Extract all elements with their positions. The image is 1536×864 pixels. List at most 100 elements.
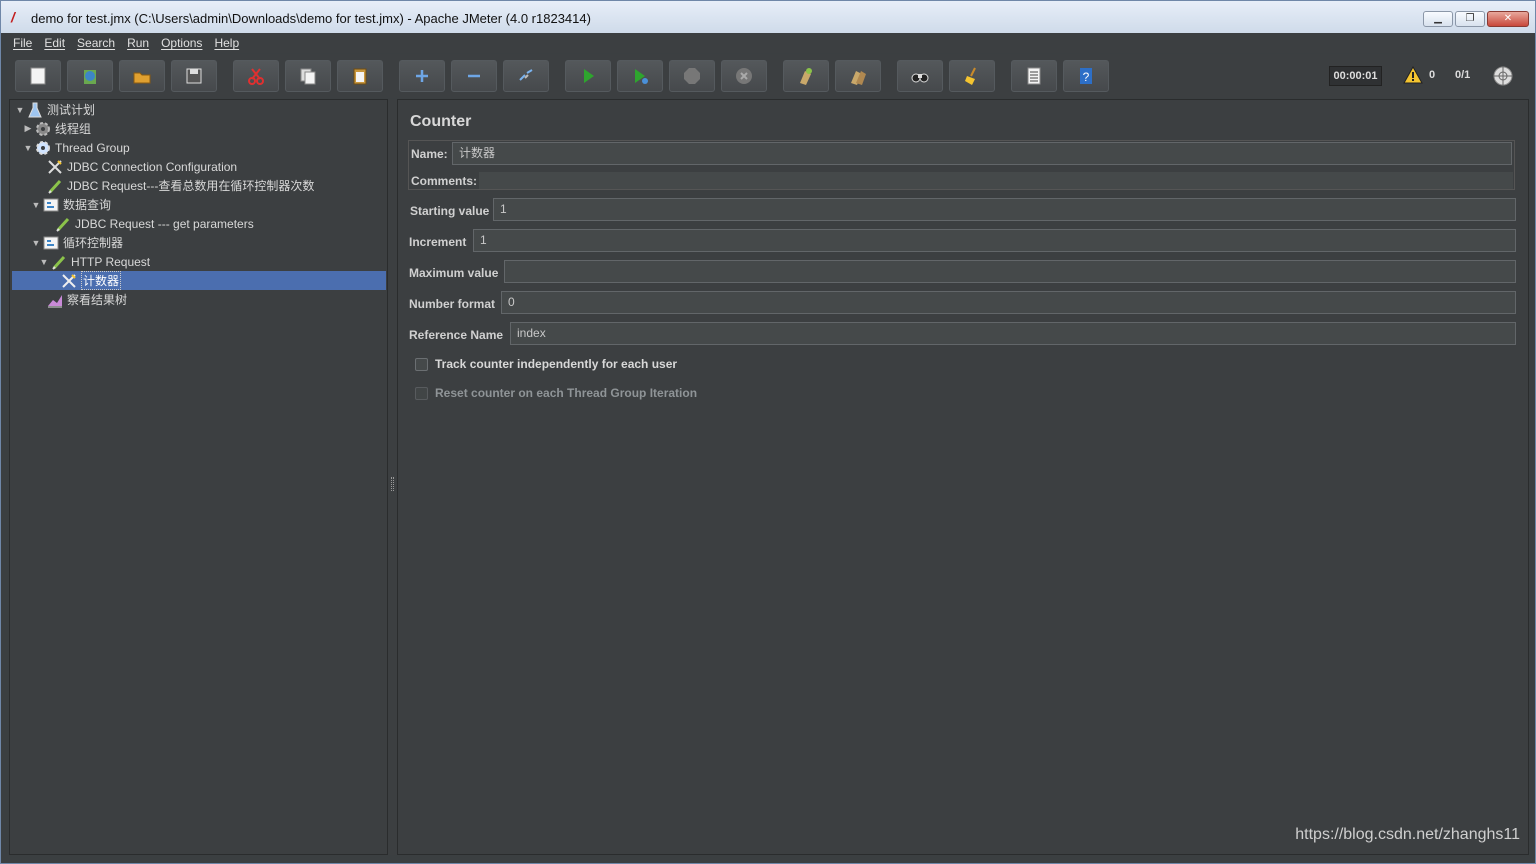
collapse-toggle-icon[interactable]: ▼ (22, 143, 34, 153)
clear-button[interactable] (783, 60, 829, 92)
minimize-button[interactable]: ▁ (1423, 11, 1453, 27)
templates-button[interactable] (67, 60, 113, 92)
jmeter-window: / demo for test.jmx (C:\Users\admin\Down… (0, 0, 1536, 864)
controller-icon (42, 197, 60, 213)
copy-icon (300, 68, 316, 85)
function-helper-icon (1027, 67, 1041, 85)
toggle-button[interactable] (503, 60, 549, 92)
split-pane-divider[interactable] (388, 99, 397, 855)
expand-toggle-icon[interactable]: ▶ (22, 123, 34, 134)
window-controls: ▁ ❐ ✕ (1423, 11, 1529, 27)
comments-label: Comments: (411, 174, 478, 188)
reference-name-input[interactable]: index (510, 322, 1516, 345)
counter-config-panel: Counter Name: 计数器 Comments: Starting val… (397, 99, 1529, 855)
menu-run[interactable]: Run (121, 36, 155, 50)
wrench-icon (60, 273, 78, 289)
stop-button[interactable] (669, 60, 715, 92)
function-helper-button[interactable] (1011, 60, 1057, 92)
svg-text:?: ? (1083, 70, 1090, 84)
maximum-value-label: Maximum value (409, 266, 499, 280)
menu-search[interactable]: Search (71, 36, 121, 50)
tree-node-jdbc-request-count[interactable]: JDBC Request---查看总数用在循环控制器次数 (34, 176, 314, 195)
collapse-toggle-icon[interactable]: ▼ (14, 105, 26, 115)
panel-title: Counter (410, 113, 472, 130)
binoculars-icon (911, 73, 929, 83)
test-plan-tree[interactable]: ▼ 测试计划 ▶ 线程组 ▼ Thread Group JDBC Connect… (9, 99, 388, 855)
jmeter-feather-icon: / (11, 9, 15, 25)
tree-node-label: 计数器 (81, 271, 122, 290)
clear-all-button[interactable] (835, 60, 881, 92)
tree-node-data-query[interactable]: ▼ 数据查询 (30, 195, 111, 214)
maximize-button[interactable]: ❐ (1455, 11, 1485, 27)
tree-node-label: 察看结果树 (67, 293, 128, 307)
help-button[interactable]: ? (1063, 60, 1109, 92)
clear-all-icon (851, 71, 866, 85)
remote-status-button[interactable] (1493, 66, 1513, 89)
open-button[interactable] (119, 60, 165, 92)
track-counter-checkbox[interactable] (415, 357, 428, 371)
collapse-all-button[interactable] (451, 60, 497, 92)
tree-node-label: 线程组 (55, 122, 92, 136)
start-no-pauses-button[interactable] (617, 60, 663, 92)
menu-edit[interactable]: Edit (38, 36, 71, 50)
tree-node-view-results-tree[interactable]: 察看结果树 (34, 290, 127, 309)
number-format-label: Number format (409, 297, 496, 311)
menu-bar: File Edit Search Run Options Help (7, 33, 1529, 53)
comments-input[interactable] (479, 172, 1513, 189)
maximum-value-input[interactable] (504, 260, 1516, 283)
cut-button[interactable] (233, 60, 279, 92)
save-button[interactable] (171, 60, 217, 92)
tree-node-jdbc-connection-config[interactable]: JDBC Connection Configuration (34, 157, 237, 176)
starting-value-input[interactable]: 1 (493, 198, 1516, 221)
tree-node-thread-group[interactable]: ▼ Thread Group (22, 138, 130, 157)
tree-node-counter[interactable]: 计数器 (12, 271, 386, 290)
toggle-icon (519, 69, 533, 81)
tree-node-jdbc-request-params[interactable]: JDBC Request --- get parameters (42, 214, 254, 233)
tree-node-thread-group-cn[interactable]: ▶ 线程组 (22, 119, 91, 138)
name-input[interactable]: 计数器 (452, 142, 1512, 165)
tree-node-test-plan[interactable]: ▼ 测试计划 (14, 100, 95, 119)
increment-input[interactable]: 1 (473, 229, 1516, 252)
tree-node-http-request[interactable]: ▼ HTTP Request (38, 252, 150, 271)
shutdown-button[interactable] (721, 60, 767, 92)
test-plan-icon (26, 102, 44, 118)
new-button[interactable] (15, 60, 61, 92)
search-button[interactable] (897, 60, 943, 92)
menu-help[interactable]: Help (208, 36, 245, 50)
help-icon: ? (1080, 68, 1092, 84)
track-counter-checkbox-row[interactable]: Track counter independently for each use… (415, 357, 677, 371)
increment-label: Increment (409, 235, 467, 249)
tree-node-loop-controller[interactable]: ▼ 循环控制器 (30, 233, 123, 252)
expand-all-button[interactable] (399, 60, 445, 92)
divider-grip[interactable] (391, 477, 394, 491)
paste-icon (353, 68, 367, 85)
copy-button[interactable] (285, 60, 331, 92)
title-bar: / demo for test.jmx (C:\Users\admin\Down… (1, 1, 1535, 33)
open-icon (133, 72, 151, 84)
new-icon (30, 67, 46, 85)
starting-value-label: Starting value (410, 204, 490, 218)
sampler-icon (46, 178, 64, 194)
controller-icon (42, 235, 60, 251)
reset-counter-label: Reset counter on each Thread Group Itera… (435, 386, 698, 400)
start-button[interactable] (565, 60, 611, 92)
error-log-indicator[interactable]: 0 (1403, 66, 1435, 84)
collapse-toggle-icon[interactable]: ▼ (30, 238, 42, 248)
number-format-input[interactable]: 0 (501, 291, 1516, 314)
menu-options[interactable]: Options (155, 36, 208, 50)
sampler-icon (54, 216, 72, 232)
paste-button[interactable] (337, 60, 383, 92)
warning-icon (1403, 66, 1423, 84)
listener-icon (46, 292, 64, 308)
collapse-icon (468, 74, 480, 78)
tree-node-label: Thread Group (55, 140, 130, 155)
gear-icon (34, 121, 52, 137)
reset-search-button[interactable] (949, 60, 995, 92)
menu-file[interactable]: File (7, 36, 38, 50)
close-button[interactable]: ✕ (1487, 11, 1529, 27)
sampler-icon (50, 254, 68, 270)
collapse-toggle-icon[interactable]: ▼ (30, 200, 42, 210)
active-threads: 0/1 (1455, 69, 1471, 81)
start-icon (584, 69, 594, 83)
collapse-toggle-icon[interactable]: ▼ (38, 257, 50, 267)
